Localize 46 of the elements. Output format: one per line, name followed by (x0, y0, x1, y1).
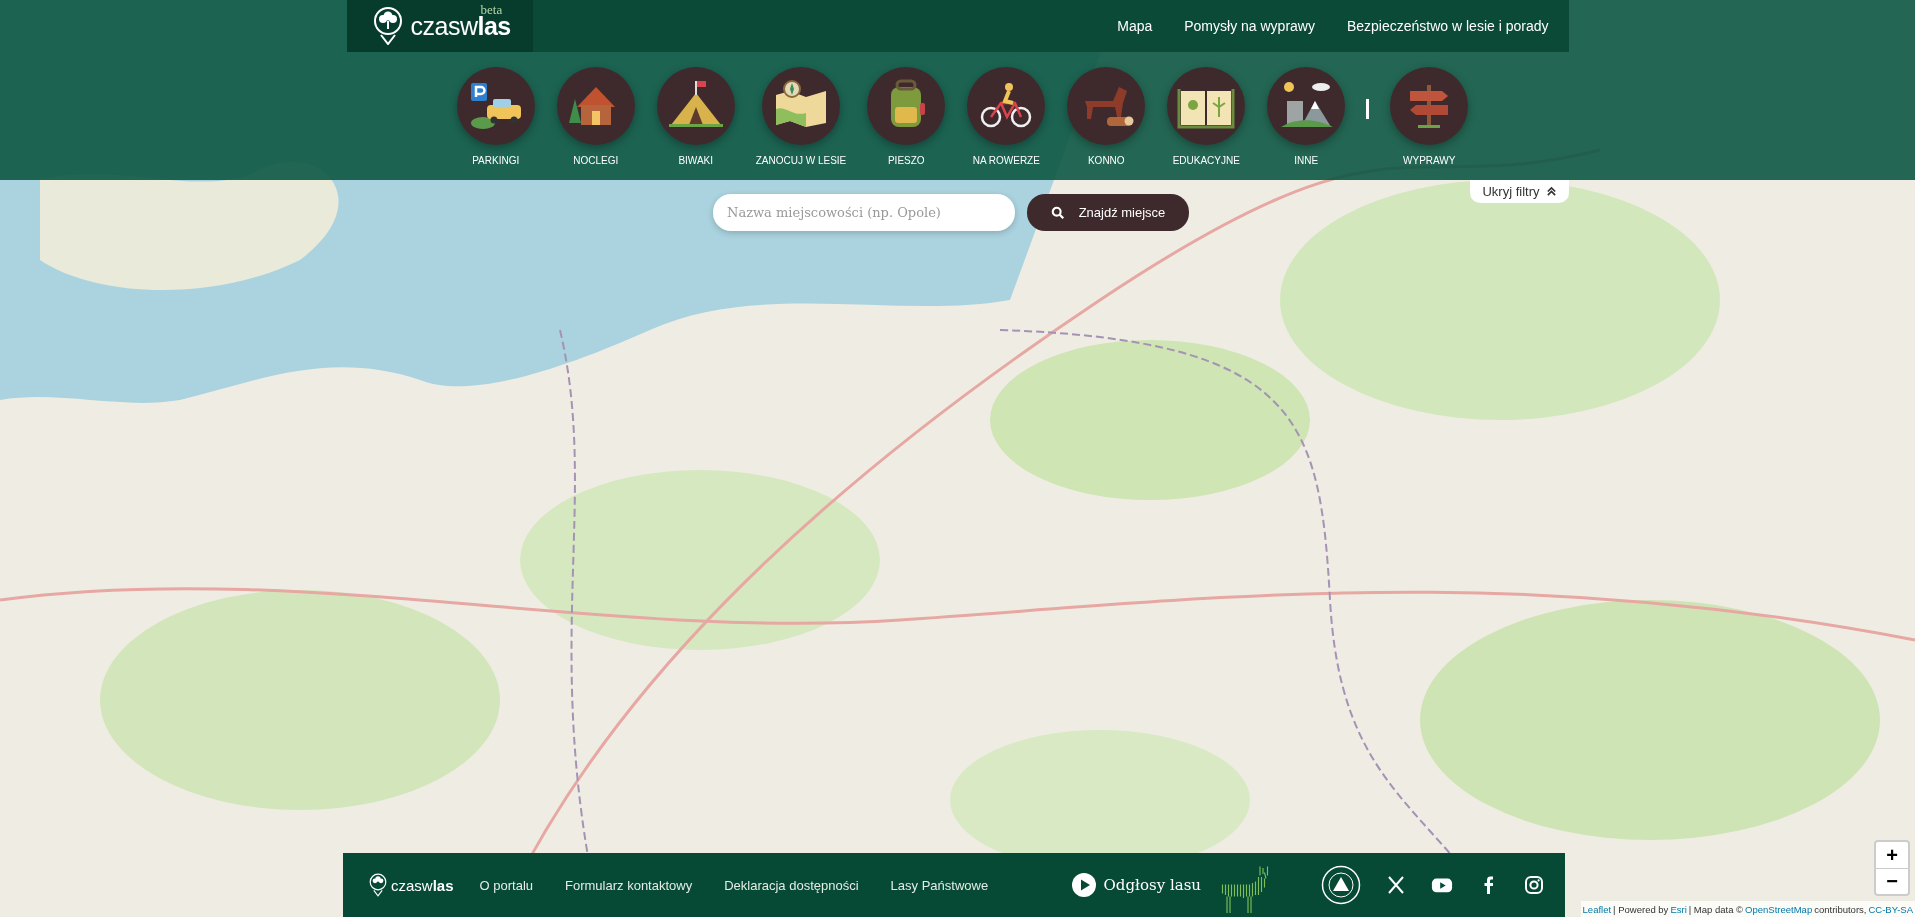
attribution-link[interactable]: OpenStreetMap (1745, 903, 1813, 915)
nav-link[interactable]: Pomysły na wyprawy (1184, 18, 1315, 34)
category-button[interactable]: NOCLEGI (555, 67, 636, 166)
nav-link[interactable]: Bezpieczeństwo w lesie i porady (1346, 18, 1549, 34)
tree-pin-icon (369, 873, 387, 897)
attribution-text: contributors, (1814, 903, 1867, 915)
book-icon (1167, 67, 1246, 145)
footer-link[interactable]: Lasy Państwowe (890, 877, 989, 893)
play-icon (1071, 873, 1096, 897)
signpost-icon (1390, 67, 1469, 145)
tent-icon (656, 67, 735, 145)
attribution-text: | Map data © (1688, 903, 1744, 915)
footer-link[interactable]: Formularz kontaktowy (565, 877, 693, 893)
beta-label: beta (480, 2, 503, 17)
search-icon (1050, 205, 1065, 220)
nav-link[interactable]: Mapa (1117, 18, 1153, 34)
backpack-icon (867, 67, 946, 145)
category-button[interactable]: EDUKACYJNE (1166, 67, 1247, 166)
category-button[interactable]: BIWAKI (655, 67, 736, 166)
category-button[interactable]: KONNO (1066, 67, 1147, 166)
category-button[interactable]: PIESZO (866, 67, 947, 166)
map-icon (762, 67, 840, 145)
category-button[interactable]: ZANOCUJ W LESIE (755, 67, 847, 166)
x-icon[interactable] (1385, 875, 1407, 895)
attribution-link[interactable]: Esri (1670, 903, 1687, 915)
search-field[interactable]: Nazwa miejscowości (np. Opole) (713, 194, 1015, 231)
forest-sounds-button[interactable]: Odgłosy lasu (1071, 873, 1201, 897)
attribution-text: | Powered by (1613, 903, 1669, 915)
attribution-link[interactable]: Leaflet (1582, 903, 1612, 915)
attribution-link[interactable]: CC-BY-SA (1868, 903, 1913, 915)
footer-link[interactable]: O portalu (479, 877, 534, 893)
hide-filters-button[interactable]: Ukryj filtry (1470, 180, 1569, 203)
footer-link[interactable]: Deklaracja dostępności (724, 877, 859, 893)
tree-pin-icon (372, 7, 403, 45)
chevron-icon (1545, 186, 1557, 197)
search-button[interactable]: Znajdź miejsce (1027, 194, 1189, 231)
instagram-icon[interactable] (1523, 875, 1545, 895)
category-button[interactable]: NA ROWERZE (966, 67, 1047, 166)
category-button[interactable]: PARKINGI (455, 67, 536, 166)
footer-logo-text[interactable]: czaswlas (391, 876, 454, 894)
cabin-icon (556, 67, 635, 145)
emblem-icon (1321, 865, 1361, 905)
category-button[interactable]: WYPRAWY (1389, 67, 1470, 166)
category-button[interactable]: INNE (1266, 67, 1347, 166)
parking-icon (456, 67, 535, 145)
bicycle-icon (967, 67, 1046, 145)
